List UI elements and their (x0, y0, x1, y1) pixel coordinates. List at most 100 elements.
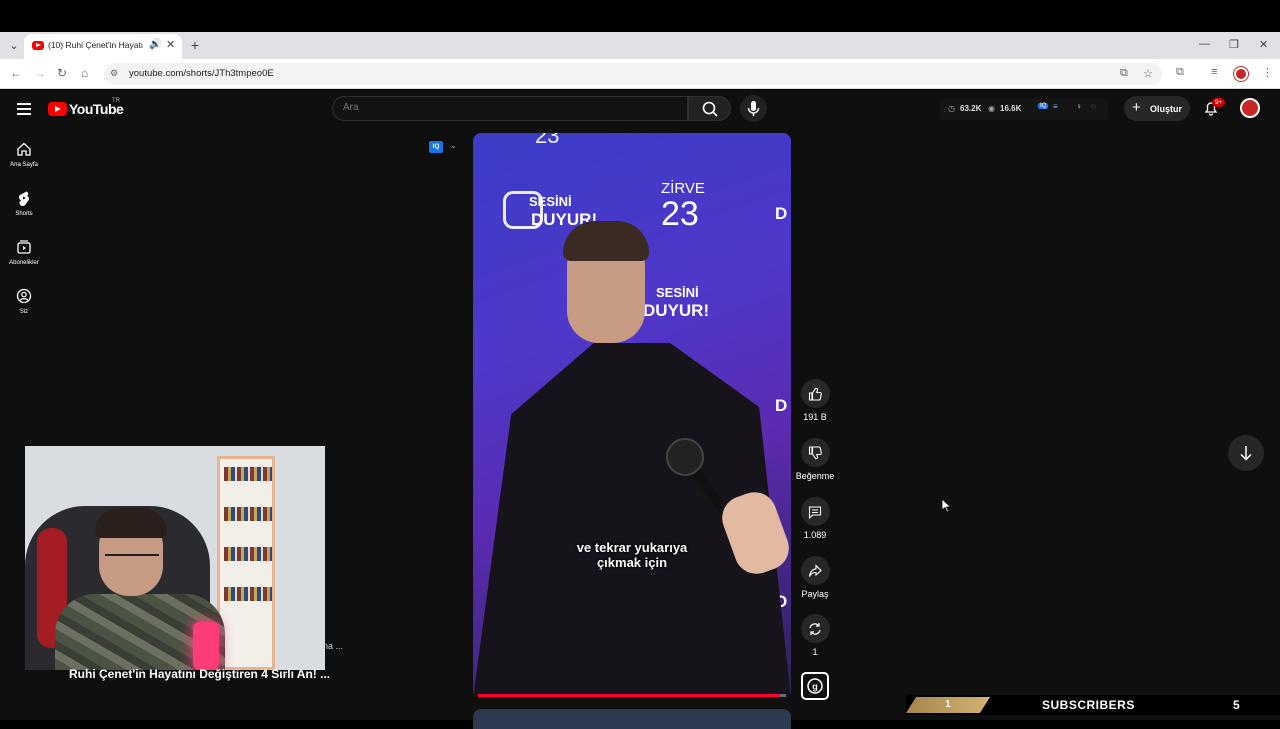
list-extension-icon[interactable]: ≡ (1053, 102, 1058, 111)
books-row (224, 507, 272, 521)
interview-microphone (666, 438, 704, 476)
window-close-icon[interactable]: ✕ (1259, 38, 1268, 51)
site-info-icon[interactable]: ⚙ (110, 68, 122, 80)
eye-icon: ◉ (988, 104, 995, 113)
caption-line-2: çıkmak için (596, 555, 668, 570)
sidebar-item-home[interactable]: Ana Sayfa (0, 141, 48, 168)
sidebar-item-label: Abonelikler (9, 260, 39, 266)
like-count: 191 B (803, 412, 827, 422)
dislike-label: Beğenme (795, 471, 835, 481)
wall-text-duyur-2: DUYUR! (643, 301, 710, 320)
reload-icon[interactable]: ↻ (57, 66, 67, 80)
browser-profile-avatar[interactable] (1234, 67, 1248, 81)
region-code: TR (112, 98, 120, 104)
voice-search-button[interactable] (740, 95, 767, 122)
remix-button[interactable]: 1 (795, 614, 835, 657)
search-box[interactable] (332, 96, 688, 121)
account-avatar[interactable] (1240, 98, 1260, 118)
short-video-player[interactable]: 23 SESİNİ DUYUR! ZİRVE 23 D SESİNİ DUYUR… (473, 133, 791, 699)
forward-icon[interactable]: → (34, 66, 46, 80)
sidebar-item-shorts[interactable]: Shorts (0, 190, 48, 217)
browser-tab-strip: ⌄ (10) Ruhi Çenet'in Hayatını 🔊 ✕ + — ❐ … (0, 32, 1280, 59)
tab-search-icon[interactable]: ⌄ (6, 38, 22, 54)
microphone-icon (747, 101, 760, 116)
maximize-icon[interactable]: ❐ (1229, 38, 1239, 51)
tab-title: (10) Ruhi Çenet'in Hayatını (48, 40, 143, 50)
thumbs-down-icon (808, 445, 822, 459)
next-short-preview[interactable] (473, 709, 791, 729)
wall-text-sesini-2: SESİNİ (656, 285, 699, 300)
remix-count: 1 (812, 647, 818, 657)
channel-avatar[interactable]: g (801, 672, 829, 700)
dislike-button[interactable]: Beğenme (793, 438, 837, 481)
tab-audio-icon[interactable]: 🔊 (149, 39, 161, 50)
comment-icon (808, 505, 822, 519)
trophy-icon[interactable]: ♀ (1076, 102, 1082, 111)
streamer-hair (95, 508, 167, 538)
comments-button[interactable]: 1.089 (795, 497, 835, 540)
speaker-hair (563, 221, 649, 261)
chevron-down-icon[interactable]: ⌄ (450, 141, 457, 150)
bookmark-star-icon[interactable]: ☆ (1143, 67, 1153, 80)
search-input[interactable] (343, 102, 643, 113)
streamer-webcam (25, 446, 325, 670)
install-app-icon[interactable]: ⧉ (1120, 67, 1128, 80)
video-progress-bar[interactable] (478, 694, 786, 697)
wall-text-zirve: ZİRVE (661, 180, 705, 197)
subscriber-goal: 5 (1233, 698, 1240, 712)
channel-logo-icon: g (807, 678, 823, 694)
menu-icon[interactable] (17, 103, 31, 118)
search-button[interactable] (688, 96, 731, 121)
wall-text-sesini: SESİNİ (529, 194, 572, 209)
share-label: Paylaş (801, 589, 829, 599)
create-button[interactable]: + Oluştur (1124, 96, 1190, 121)
url-text: youtube.com/shorts/JTh3tmpeo0E (129, 68, 274, 79)
shorts-icon (18, 191, 30, 206)
subscriber-current: 1 (906, 697, 990, 713)
stream-overlay-text: na ... (323, 641, 344, 651)
bookshelf (217, 456, 275, 670)
browser-tab[interactable]: (10) Ruhi Çenet'in Hayatını 🔊 ✕ (24, 34, 182, 59)
browser-menu-icon[interactable]: ⋮ (1262, 66, 1273, 79)
minimize-icon[interactable]: — (1199, 38, 1210, 50)
home-icon[interactable]: ⌂ (81, 66, 88, 80)
stat-views-b: 16.6K (1000, 104, 1022, 113)
subscriptions-icon (17, 240, 31, 254)
screen-top-bar (0, 0, 1280, 32)
new-tab-button[interactable]: + (186, 37, 204, 55)
svg-text:g: g (812, 682, 818, 692)
bubble-icon[interactable]: ◌ (1091, 102, 1096, 111)
extensions-icon[interactable]: ⧉ (1176, 66, 1184, 79)
subscriber-goal-bar: 1 SUBSCRIBERS 5 (906, 695, 1280, 715)
stream-video-title: Ruhi Çenet'in Hayatını Değiştiren 4 Sırl… (69, 667, 331, 681)
tab-close-icon[interactable]: ✕ (166, 38, 175, 51)
video-progress-fill (478, 694, 780, 697)
rgb-light (193, 622, 219, 670)
caption-line-1: ve tekrar yukarıya (576, 540, 688, 555)
iq-extension-icon[interactable]: IQ (429, 141, 443, 153)
books-row (224, 547, 272, 561)
arrow-down-icon (1240, 446, 1252, 461)
clock-icon: ◷ (948, 104, 955, 113)
notification-badge: 9+ (1212, 98, 1226, 107)
wall-text-d: D (775, 204, 788, 223)
sidebar-item-you[interactable]: Siz (0, 288, 48, 315)
books-row (224, 587, 272, 601)
browser-toolbar: ← → ↻ ⌂ ⚙ youtube.com/shorts/JTh3tmpeo0E… (0, 59, 1280, 89)
sidebar-item-subscriptions[interactable]: Abonelikler (0, 239, 48, 266)
address-bar[interactable]: ⚙ youtube.com/shorts/JTh3tmpeo0E ⧉ ☆ (104, 63, 1162, 85)
sidebar-item-label: Ana Sayfa (10, 162, 38, 168)
you-icon (16, 288, 32, 304)
youtube-play-icon (48, 102, 67, 116)
thumbs-up-icon (808, 387, 822, 401)
wall-text-23: 23 (661, 195, 699, 233)
iq-extension-icon[interactable]: IQ (1038, 103, 1049, 109)
like-button[interactable]: 191 B (795, 379, 835, 422)
next-short-button[interactable] (1228, 435, 1264, 471)
media-control-icon[interactable]: ≡ (1211, 66, 1217, 78)
back-icon[interactable]: ← (10, 66, 22, 80)
sidebar-item-label: Siz (19, 309, 29, 315)
wall-text-23-top: 23 (535, 133, 560, 148)
share-button[interactable]: Paylaş (795, 556, 835, 599)
wall-text-d-2: D (775, 396, 788, 415)
